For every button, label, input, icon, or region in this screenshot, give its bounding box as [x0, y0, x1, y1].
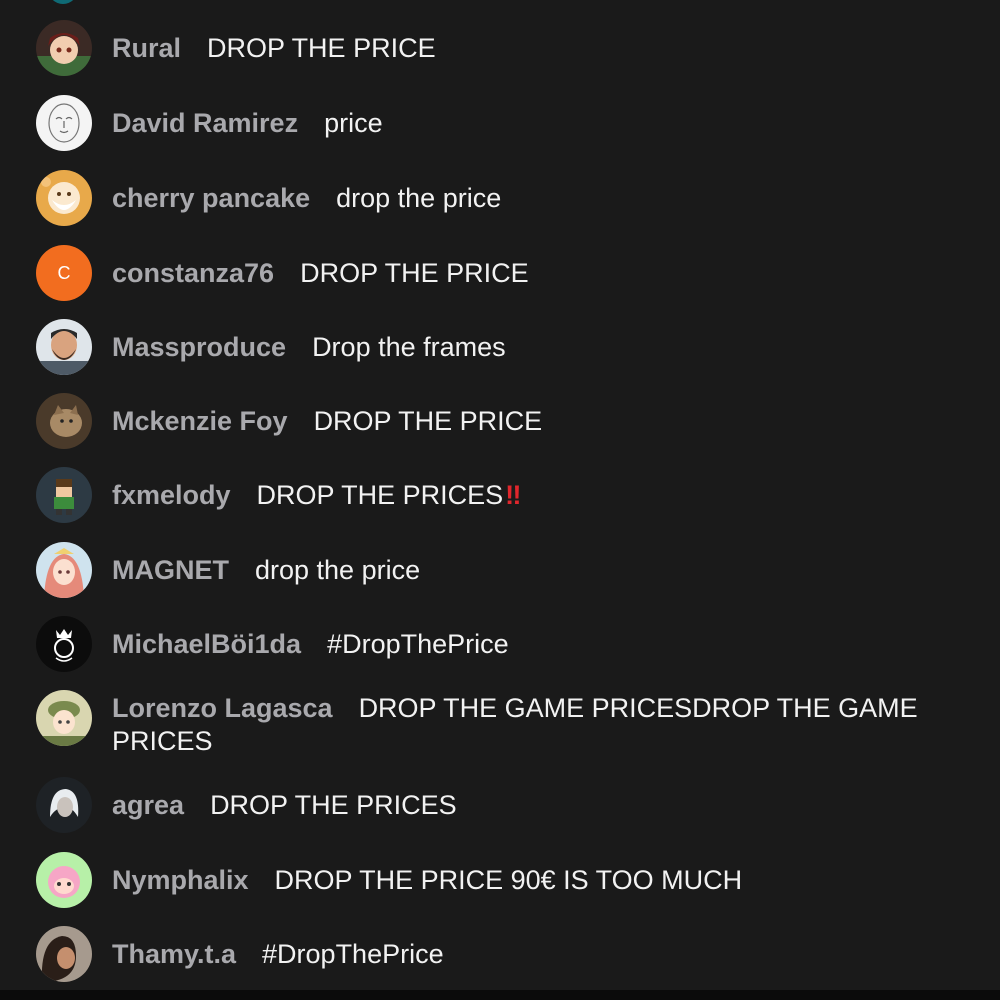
message-text: price — [324, 108, 383, 138]
username[interactable]: Thamy.t.a — [112, 939, 236, 969]
chat-message-list: Rural DROP THE PRICE David Ramirez price c… — [0, 0, 1000, 1000]
pixel-character-avatar[interactable] — [36, 467, 92, 523]
anime-girl-avatar[interactable] — [36, 542, 92, 598]
username[interactable]: MichaelBöi1da — [112, 629, 301, 659]
chat-message: MichaelBöi1da #DropThePrice — [0, 616, 1000, 672]
bottom-divider — [0, 990, 1000, 1000]
username[interactable]: cherry pancake — [112, 183, 310, 213]
username[interactable]: fxmelody — [112, 480, 231, 510]
message-text: DROP THE PRICE — [300, 258, 529, 288]
chat-message: Lorenzo Lagasca DROP THE GAME PRICESDROP … — [0, 690, 1000, 760]
double-exclamation-emoji: ‼ — [505, 480, 521, 510]
sketch-face-avatar[interactable] — [36, 95, 92, 151]
username[interactable]: David Ramirez — [112, 108, 298, 138]
username[interactable]: Lorenzo Lagasca — [112, 693, 333, 723]
chat-message: David Ramirez price — [0, 95, 1000, 151]
message-text: drop the price — [336, 183, 502, 213]
message-text: drop the price — [255, 555, 421, 585]
photo-woman-avatar[interactable] — [36, 926, 92, 982]
username[interactable]: agrea — [112, 790, 184, 820]
anime-soldier-avatar[interactable] — [36, 690, 92, 746]
username[interactable]: Massproduce — [112, 332, 286, 362]
chat-message: Thamy.t.a #DropThePrice — [0, 926, 1000, 982]
chat-message: C constanza76 DROP THE PRICE — [0, 245, 1000, 301]
chat-message: Rural DROP THE PRICE — [0, 20, 1000, 76]
crest-logo-avatar[interactable] — [36, 616, 92, 672]
anime-boy-avatar[interactable] — [36, 20, 92, 76]
message-text: DROP THE PRICES — [256, 480, 504, 510]
username[interactable]: Rural — [112, 33, 181, 63]
message-text: #DropThePrice — [327, 629, 509, 659]
username[interactable]: constanza76 — [112, 258, 274, 288]
chat-message: Mckenzie Foy DROP THE PRICE — [0, 393, 1000, 449]
chat-message: fxmelody DROP THE PRICES‼ — [0, 467, 1000, 523]
pink-character-avatar[interactable] — [36, 852, 92, 908]
chat-message: agrea DROP THE PRICES — [0, 777, 1000, 833]
username[interactable]: Nymphalix — [112, 865, 249, 895]
chat-message: cherry pancake drop the price — [0, 170, 1000, 226]
white-hair-avatar[interactable] — [36, 777, 92, 833]
letter-avatar[interactable]: C — [36, 245, 92, 301]
avatar-initial: C — [58, 263, 71, 283]
message-text: #DropThePrice — [262, 939, 444, 969]
chat-message: Massproduce Drop the frames — [0, 319, 1000, 375]
cat-photo-avatar[interactable] — [36, 393, 92, 449]
message-text: DROP THE PRICES — [210, 790, 457, 820]
message-text: Drop the frames — [312, 332, 506, 362]
bearded-man-avatar[interactable] — [36, 319, 92, 375]
message-text: DROP THE PRICE — [313, 406, 543, 436]
message-text: DROP THE PRICE — [207, 33, 436, 63]
chat-message: Nymphalix DROP THE PRICE 90€ IS TOO MUCH — [0, 852, 1000, 908]
old-man-avatar[interactable] — [36, 170, 92, 226]
partial-avatar — [48, 0, 78, 4]
message-text: DROP THE PRICE 90€ IS TOO MUCH — [274, 865, 743, 895]
username[interactable]: MAGNET — [112, 555, 229, 585]
chat-message: MAGNET drop the price — [0, 542, 1000, 598]
username[interactable]: Mckenzie Foy — [112, 406, 288, 436]
